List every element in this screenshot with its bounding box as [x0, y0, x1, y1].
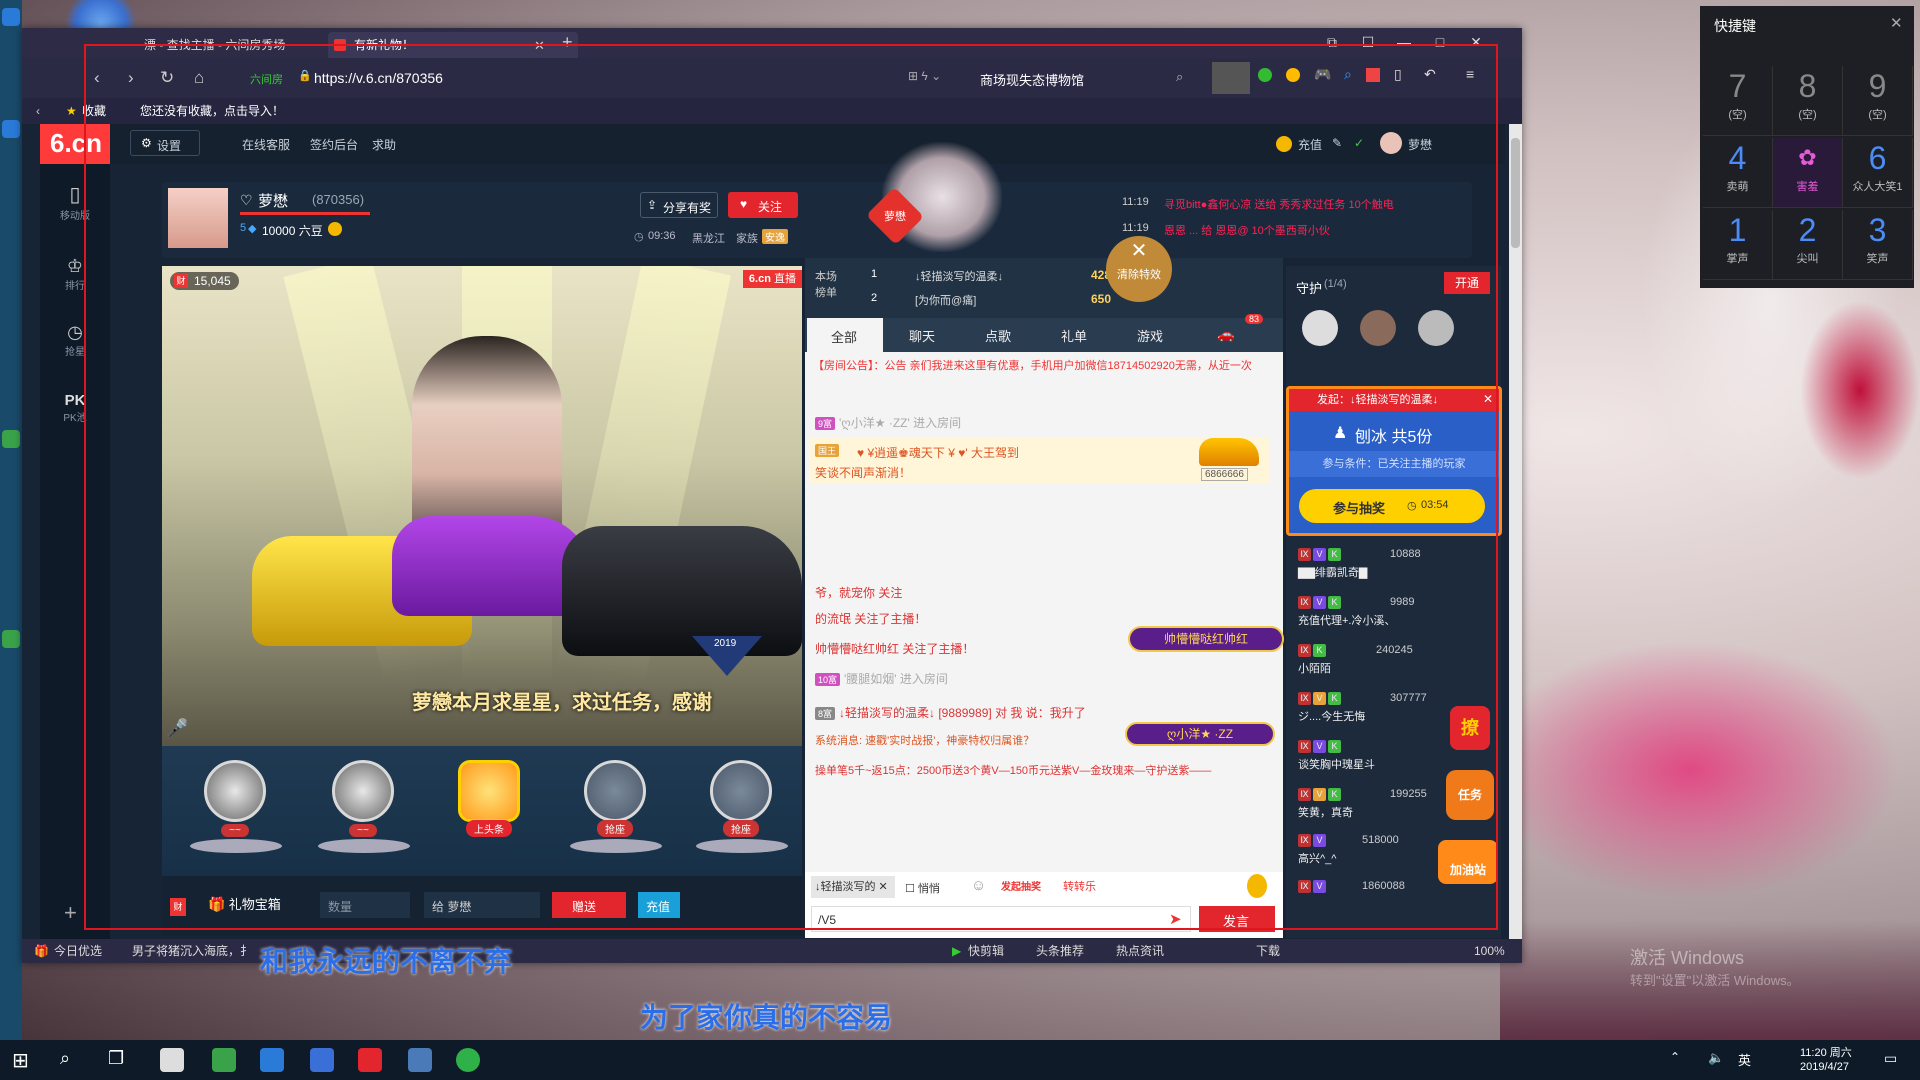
hotkey-title: 快捷键 — [1714, 18, 1756, 34]
volume-icon[interactable]: 🔈 — [1708, 1050, 1724, 1066]
activation-watermark: 转到"设置"以激活 Windows。 — [1630, 973, 1800, 988]
hotkey-number: 1 — [1728, 212, 1747, 248]
zoom-level[interactable]: 100% — [1474, 939, 1505, 963]
shy-emoji-icon: ✿ — [1798, 145, 1817, 170]
sidebar-toggle-icon[interactable]: ‹ — [36, 98, 40, 124]
hotkey-label: (空) — [1868, 109, 1887, 121]
hot-news-link[interactable]: 热点资讯 — [1116, 939, 1164, 963]
hotkey-slot[interactable]: 3 笑声 — [1843, 210, 1913, 280]
six-room-app-icon[interactable] — [358, 1048, 382, 1072]
hotkey-number: 8 — [1798, 68, 1817, 104]
gift-icon: 🎁 — [34, 944, 49, 958]
task-view-icon[interactable]: ❐ — [108, 1048, 124, 1069]
tray-chevron-icon[interactable]: ⌃ — [1670, 1050, 1680, 1064]
hotkey-label: 掌声 — [1726, 253, 1749, 265]
play-icon: ▶ — [952, 944, 962, 958]
windows-start-icon[interactable]: ⊞ — [12, 1048, 29, 1073]
download-link[interactable]: 下载 — [1256, 939, 1280, 963]
desktop-icon-strip — [0, 0, 22, 1040]
today-picks-link[interactable]: 今日优选 — [54, 939, 102, 963]
headline-link[interactable]: 头条推荐 — [1036, 939, 1084, 963]
close-icon[interactable]: ✕ — [1890, 14, 1903, 32]
song-subtitle: 和我永远的不离不弃 — [260, 946, 513, 977]
hotkey-number: 7 — [1728, 68, 1747, 104]
hotkey-label: 笑声 — [1866, 253, 1889, 265]
notification-icon[interactable]: ▭ — [1884, 1050, 1897, 1067]
background-blur — [1480, 640, 1900, 900]
song-subtitle: 为了家你真的不容易 — [640, 1002, 893, 1033]
hotkey-panel: 快捷键 ✕ 7 (空) 8 (空) 9 (空) 4 卖萌 ✿ 害羞 6 众人大笑1 1 掌声 … — [1700, 6, 1914, 288]
desktop-icon[interactable] — [2, 630, 20, 648]
desktop-icon[interactable] — [2, 8, 20, 26]
search-icon[interactable]: ⌕ — [60, 1048, 70, 1069]
app-icon[interactable] — [160, 1048, 184, 1072]
clock-time[interactable]: 11:20 周六 — [1800, 1044, 1852, 1060]
clock-date[interactable]: 2019/4/27 — [1800, 1061, 1849, 1073]
app-icon[interactable] — [408, 1048, 432, 1072]
hotkey-slot[interactable]: 4 卖萌 — [1703, 138, 1773, 208]
hotkey-number: 9 — [1868, 68, 1887, 104]
background-blur — [1800, 300, 1920, 480]
ime-indicator[interactable]: 英 — [1738, 1050, 1751, 1069]
car-owner-label: 帅懵懵哒红帅红 — [1163, 632, 1248, 646]
browser-app-icon[interactable] — [456, 1048, 480, 1072]
desktop-icon[interactable] — [2, 430, 20, 448]
news-ticker[interactable]: 男子将猪沉入海底，扌 — [132, 939, 252, 963]
hotkey-slot[interactable]: 6 众人大笑1 — [1843, 138, 1913, 208]
hotkey-label: 卖萌 — [1726, 181, 1749, 193]
hotkey-slot[interactable]: 1 掌声 — [1703, 210, 1773, 280]
star-icon: ★ — [66, 104, 77, 118]
hotkey-label: 尖叫 — [1796, 253, 1819, 265]
status-bar: 🎁 今日优选 男子将猪沉入海底，扌 ▶ 快剪辑 头条推荐 热点资讯 下载 100… — [22, 939, 1522, 963]
clear-effects-label: 清除特效 — [1117, 269, 1161, 281]
taskbar: ⊞ ⌕ ❐ ⌃ 🔈 英 11:20 周六 2019/4/27 ▭ — [0, 1040, 1920, 1080]
hotkey-number: 6 — [1868, 140, 1887, 176]
hotkey-label: (空) — [1798, 109, 1817, 121]
sidebar-label: 抢星 — [65, 347, 85, 358]
screen-capture-frame — [84, 44, 1498, 930]
hotkey-slot[interactable]: 2 尖叫 — [1773, 210, 1843, 280]
add-icon[interactable]: + — [64, 900, 77, 926]
app-icon[interactable] — [260, 1048, 284, 1072]
car-owner-banner: 帅懵懵哒红帅红 — [1128, 626, 1284, 652]
app-icon[interactable] — [212, 1048, 236, 1072]
hotkey-slot[interactable]: 9 (空) — [1843, 66, 1913, 136]
hotkey-slot[interactable]: ✿ 害羞 — [1773, 138, 1843, 208]
activation-watermark: 激活 Windows — [1630, 948, 1745, 968]
scroll-thumb[interactable] — [1511, 138, 1520, 248]
page-scrollbar[interactable] — [1509, 124, 1522, 939]
close-icon: ✕ — [1130, 240, 1148, 262]
hotkey-label: (空) — [1728, 109, 1747, 121]
hotkey-slot[interactable]: 8 (空) — [1773, 66, 1843, 136]
hotkey-label: 众人大笑1 — [1852, 181, 1903, 193]
quick-edit-link[interactable]: 快剪辑 — [968, 939, 1004, 963]
hotkey-number: 3 — [1868, 212, 1887, 248]
hotkey-number: 4 — [1728, 140, 1747, 176]
hotkey-label: 害羞 — [1796, 181, 1819, 193]
desktop-icon[interactable] — [2, 120, 20, 138]
app-icon[interactable] — [310, 1048, 334, 1072]
clear-effects-button[interactable]: ✕ 清除特效 — [1106, 236, 1172, 302]
sidebar-label: 排行 — [65, 281, 85, 292]
hotkey-number: 2 — [1798, 212, 1817, 248]
hotkey-slot[interactable]: 7 (空) — [1703, 66, 1773, 136]
